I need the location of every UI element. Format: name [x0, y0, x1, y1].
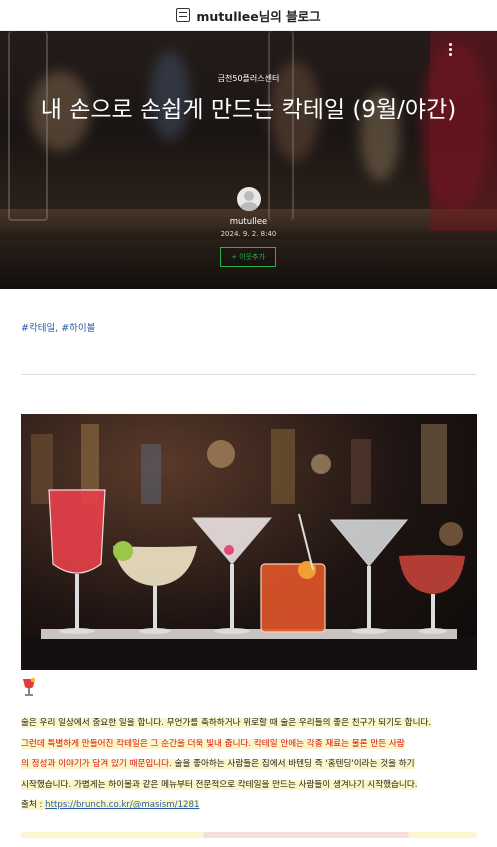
post-title: 내 손으로 손쉽게 만드는 칵테일 (9월/야간) [40, 97, 457, 123]
more-vertical-icon[interactable] [449, 43, 453, 57]
body-line: 시작했습니다. 가볍게는 하이볼과 같은 메뉴부터 전문적으로 칵테일을 만드는… [21, 775, 477, 796]
add-neighbor-button[interactable]: + 이웃추가 [220, 247, 276, 267]
blog-header: mutullee님의 블로그 [0, 0, 497, 31]
truncated-text-line [21, 832, 477, 838]
body-text-segment: 술은 우리 일상에서 중요한 일을 합니다. 무언가를 축하하거나 위로할 때 … [21, 718, 432, 728]
blog-title[interactable]: mutullee님의 블로그 [196, 6, 320, 25]
cocktail-glass-icon [23, 677, 36, 696]
body-text-segment: 술을 좋아하는 사람들은 집에서 바텐딩 즉 '홈텐딩'이라는 것을 하기 [174, 759, 415, 769]
cocktail-photo [21, 414, 477, 670]
divider [21, 374, 476, 375]
post-hero: 금천50플러스센터 내 손으로 손쉽게 만드는 칵테일 (9월/야간) mutu… [0, 31, 497, 289]
blog-book-icon [176, 8, 191, 22]
body-line: 술은 우리 일상에서 중요한 일을 합니다. 무언가를 축하하거나 위로할 때 … [21, 713, 477, 734]
author-name[interactable]: mutullee [0, 217, 497, 227]
author-avatar[interactable] [237, 187, 261, 211]
post-category[interactable]: 금천50플러스센터 [0, 73, 497, 84]
post-tags[interactable]: #칵테일, #하이볼 [21, 320, 95, 334]
body-text-segment: 그런데 특별하게 만들어진 칵테일은 그 순간을 더욱 빛내 줍니다. 칵테일 … [21, 738, 405, 749]
body-line: 그런데 특별하게 만들어진 칵테일은 그 순간을 더욱 빛내 줍니다. 칵테일 … [21, 734, 477, 755]
body-text-segment: 시작했습니다. 가볍게는 하이볼과 같은 메뉴부터 전문적으로 칵테일을 만드는… [21, 779, 418, 790]
post-date: 2024. 9. 2. 8:40 [220, 230, 277, 238]
source-label: 출처 : [21, 800, 46, 810]
source-link[interactable]: https://brunch.co.kr/@masism/1281 [45, 800, 200, 810]
post-body: 술은 우리 일상에서 중요한 일을 합니다. 무언가를 축하하거나 위로할 때 … [21, 713, 477, 816]
body-text-segment: 의 정성과 이야기가 담겨 있기 때문입니다. [21, 759, 175, 769]
next-paragraph-cutoff [21, 826, 477, 844]
source-line: 출처 : https://brunch.co.kr/@masism/1281 [21, 795, 477, 816]
body-line: 의 정성과 이야기가 담겨 있기 때문입니다. 술을 좋아하는 사람들은 집에서… [21, 754, 477, 775]
